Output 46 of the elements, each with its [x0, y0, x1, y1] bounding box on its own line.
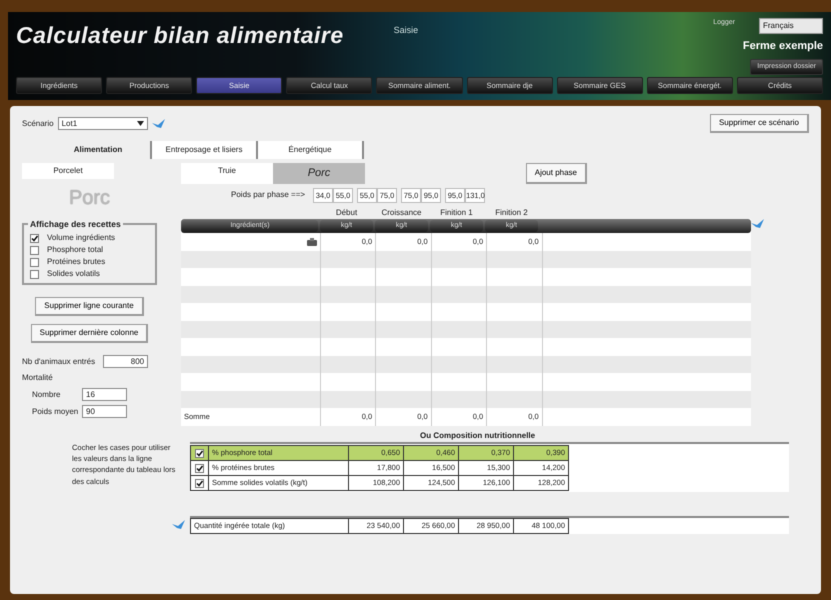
- animal-tab[interactable]: Porcelet: [22, 163, 114, 179]
- option-label: Phosphore total: [47, 244, 104, 256]
- farm-name: Ferme exemple: [742, 39, 823, 54]
- phase-label: Finition 1: [439, 206, 474, 219]
- field-label: Nombre: [31, 388, 62, 400]
- field-label: Mortalité: [22, 372, 54, 384]
- input-field[interactable]: 16: [82, 388, 127, 401]
- language-select[interactable]: Français: [759, 18, 823, 34]
- lookup-icon[interactable]: [306, 238, 317, 246]
- delete-scenario-button[interactable]: Supprimer ce scénario: [710, 114, 809, 133]
- checkbox[interactable]: [195, 464, 204, 473]
- field-label: Nb d'animaux entrés: [22, 356, 96, 368]
- section-heading: Porc: [68, 186, 112, 211]
- animal-tab[interactable]: Truie: [181, 163, 273, 184]
- phase-label: Début: [334, 206, 358, 219]
- checkbox[interactable]: [195, 478, 204, 488]
- checkbox[interactable]: [30, 258, 39, 266]
- input-field[interactable]: 800: [103, 355, 148, 368]
- bird-icon: [172, 520, 186, 530]
- input-field[interactable]: 90: [82, 405, 127, 418]
- field-label: Poids moyen: [31, 406, 80, 418]
- action-button[interactable]: Supprimer ligne courante: [35, 297, 144, 316]
- add-phase-button[interactable]: Ajout phase: [526, 163, 587, 184]
- bird-icon: [152, 118, 166, 128]
- checkbox[interactable]: [30, 246, 39, 254]
- app-title: Calculateur bilan alimentaire: [16, 21, 344, 50]
- scenario-label: Scénario: [22, 118, 54, 130]
- tab[interactable]: Énergétique: [258, 141, 364, 159]
- weights-label: Poids par phase ==>: [231, 189, 306, 202]
- checkbox[interactable]: [195, 448, 204, 458]
- phase-label: Finition 2: [494, 206, 529, 219]
- option-label: Solides volatils: [47, 268, 100, 280]
- dropdown-arrow-icon[interactable]: [136, 121, 144, 126]
- tab[interactable]: Entreposage et lisiers: [152, 141, 258, 159]
- checkbox[interactable]: [30, 270, 39, 278]
- composition-title: Ou Composition nutritionnelle: [420, 430, 536, 440]
- group-title: Affichage des recettes: [28, 218, 123, 231]
- checkbox[interactable]: [30, 234, 39, 242]
- option-label: Protéines brutes: [47, 256, 106, 268]
- action-button[interactable]: Supprimer dernière colonne: [30, 324, 148, 343]
- phase-label: Croissance: [380, 206, 422, 219]
- bird-icon: [751, 218, 765, 229]
- animal-tab[interactable]: Porc: [273, 163, 365, 184]
- section-label: Saisie: [394, 24, 418, 37]
- option-label: Volume ingrédients: [47, 232, 116, 244]
- scenario-select[interactable]: Lot1: [58, 117, 148, 130]
